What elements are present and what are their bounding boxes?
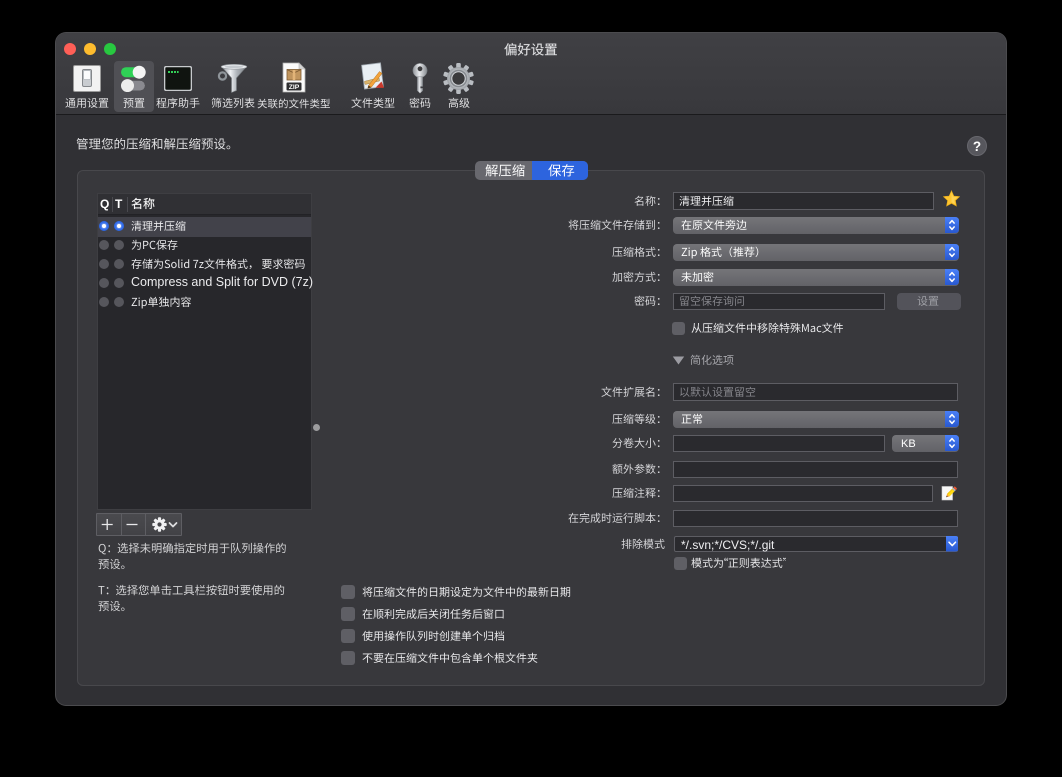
- svg-text:?: ?: [972, 138, 980, 153]
- svg-text:ZIP: ZIP: [289, 84, 300, 91]
